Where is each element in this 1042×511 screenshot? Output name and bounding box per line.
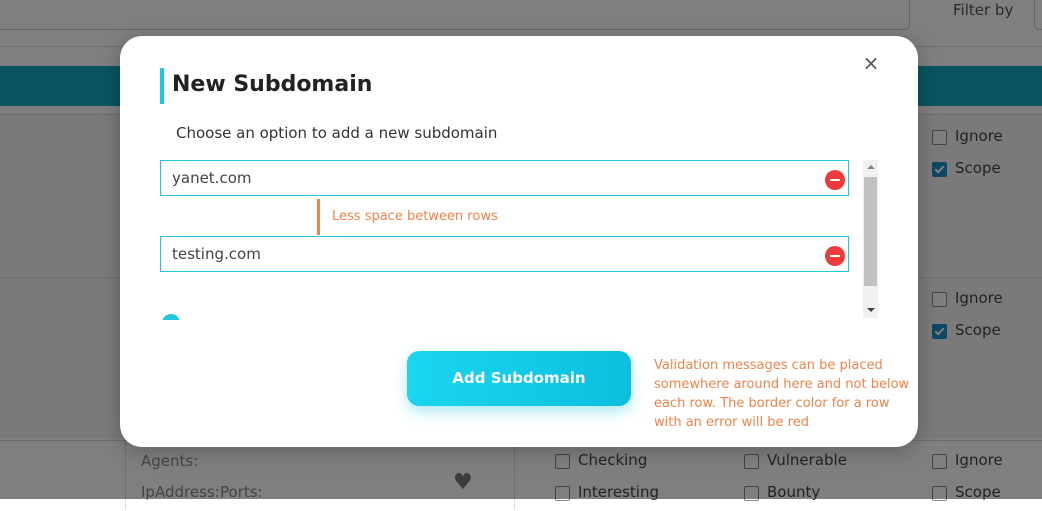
remove-row-icon[interactable] [825,246,845,266]
add-row-icon[interactable] [160,312,190,320]
add-row-circle [162,314,180,320]
new-subdomain-modal: New Subdomain × Choose an option to add … [120,36,918,447]
annotation-validation-line: each row. The border color for a row [654,396,890,411]
annotation-marker [317,199,320,235]
scroll-down-arrow-icon[interactable] [863,303,878,318]
annotation-validation-line: Validation messages can be placed [654,358,883,373]
subdomain-field [160,236,849,272]
modal-subtitle: Choose an option to add a new subdomain [176,124,498,142]
close-icon[interactable]: × [862,52,880,74]
annotation-validation-line: with an error will be red [654,415,809,430]
scroll-up-arrow-icon[interactable] [863,160,878,175]
title-accent-bar [160,68,164,104]
subdomain-field [160,160,849,196]
annotation-validation-line: somewhere around here and not below [654,377,910,392]
remove-row-icon[interactable] [825,170,845,190]
subdomain-input[interactable] [172,161,772,195]
subdomain-input[interactable] [172,237,772,271]
add-subdomain-button[interactable]: Add Subdomain [407,351,631,406]
modal-title: New Subdomain [172,72,373,97]
scroll-thumb[interactable] [864,177,877,286]
annotation-row-spacing: Less space between rows [332,209,498,224]
list-scrollbar[interactable] [863,160,878,318]
